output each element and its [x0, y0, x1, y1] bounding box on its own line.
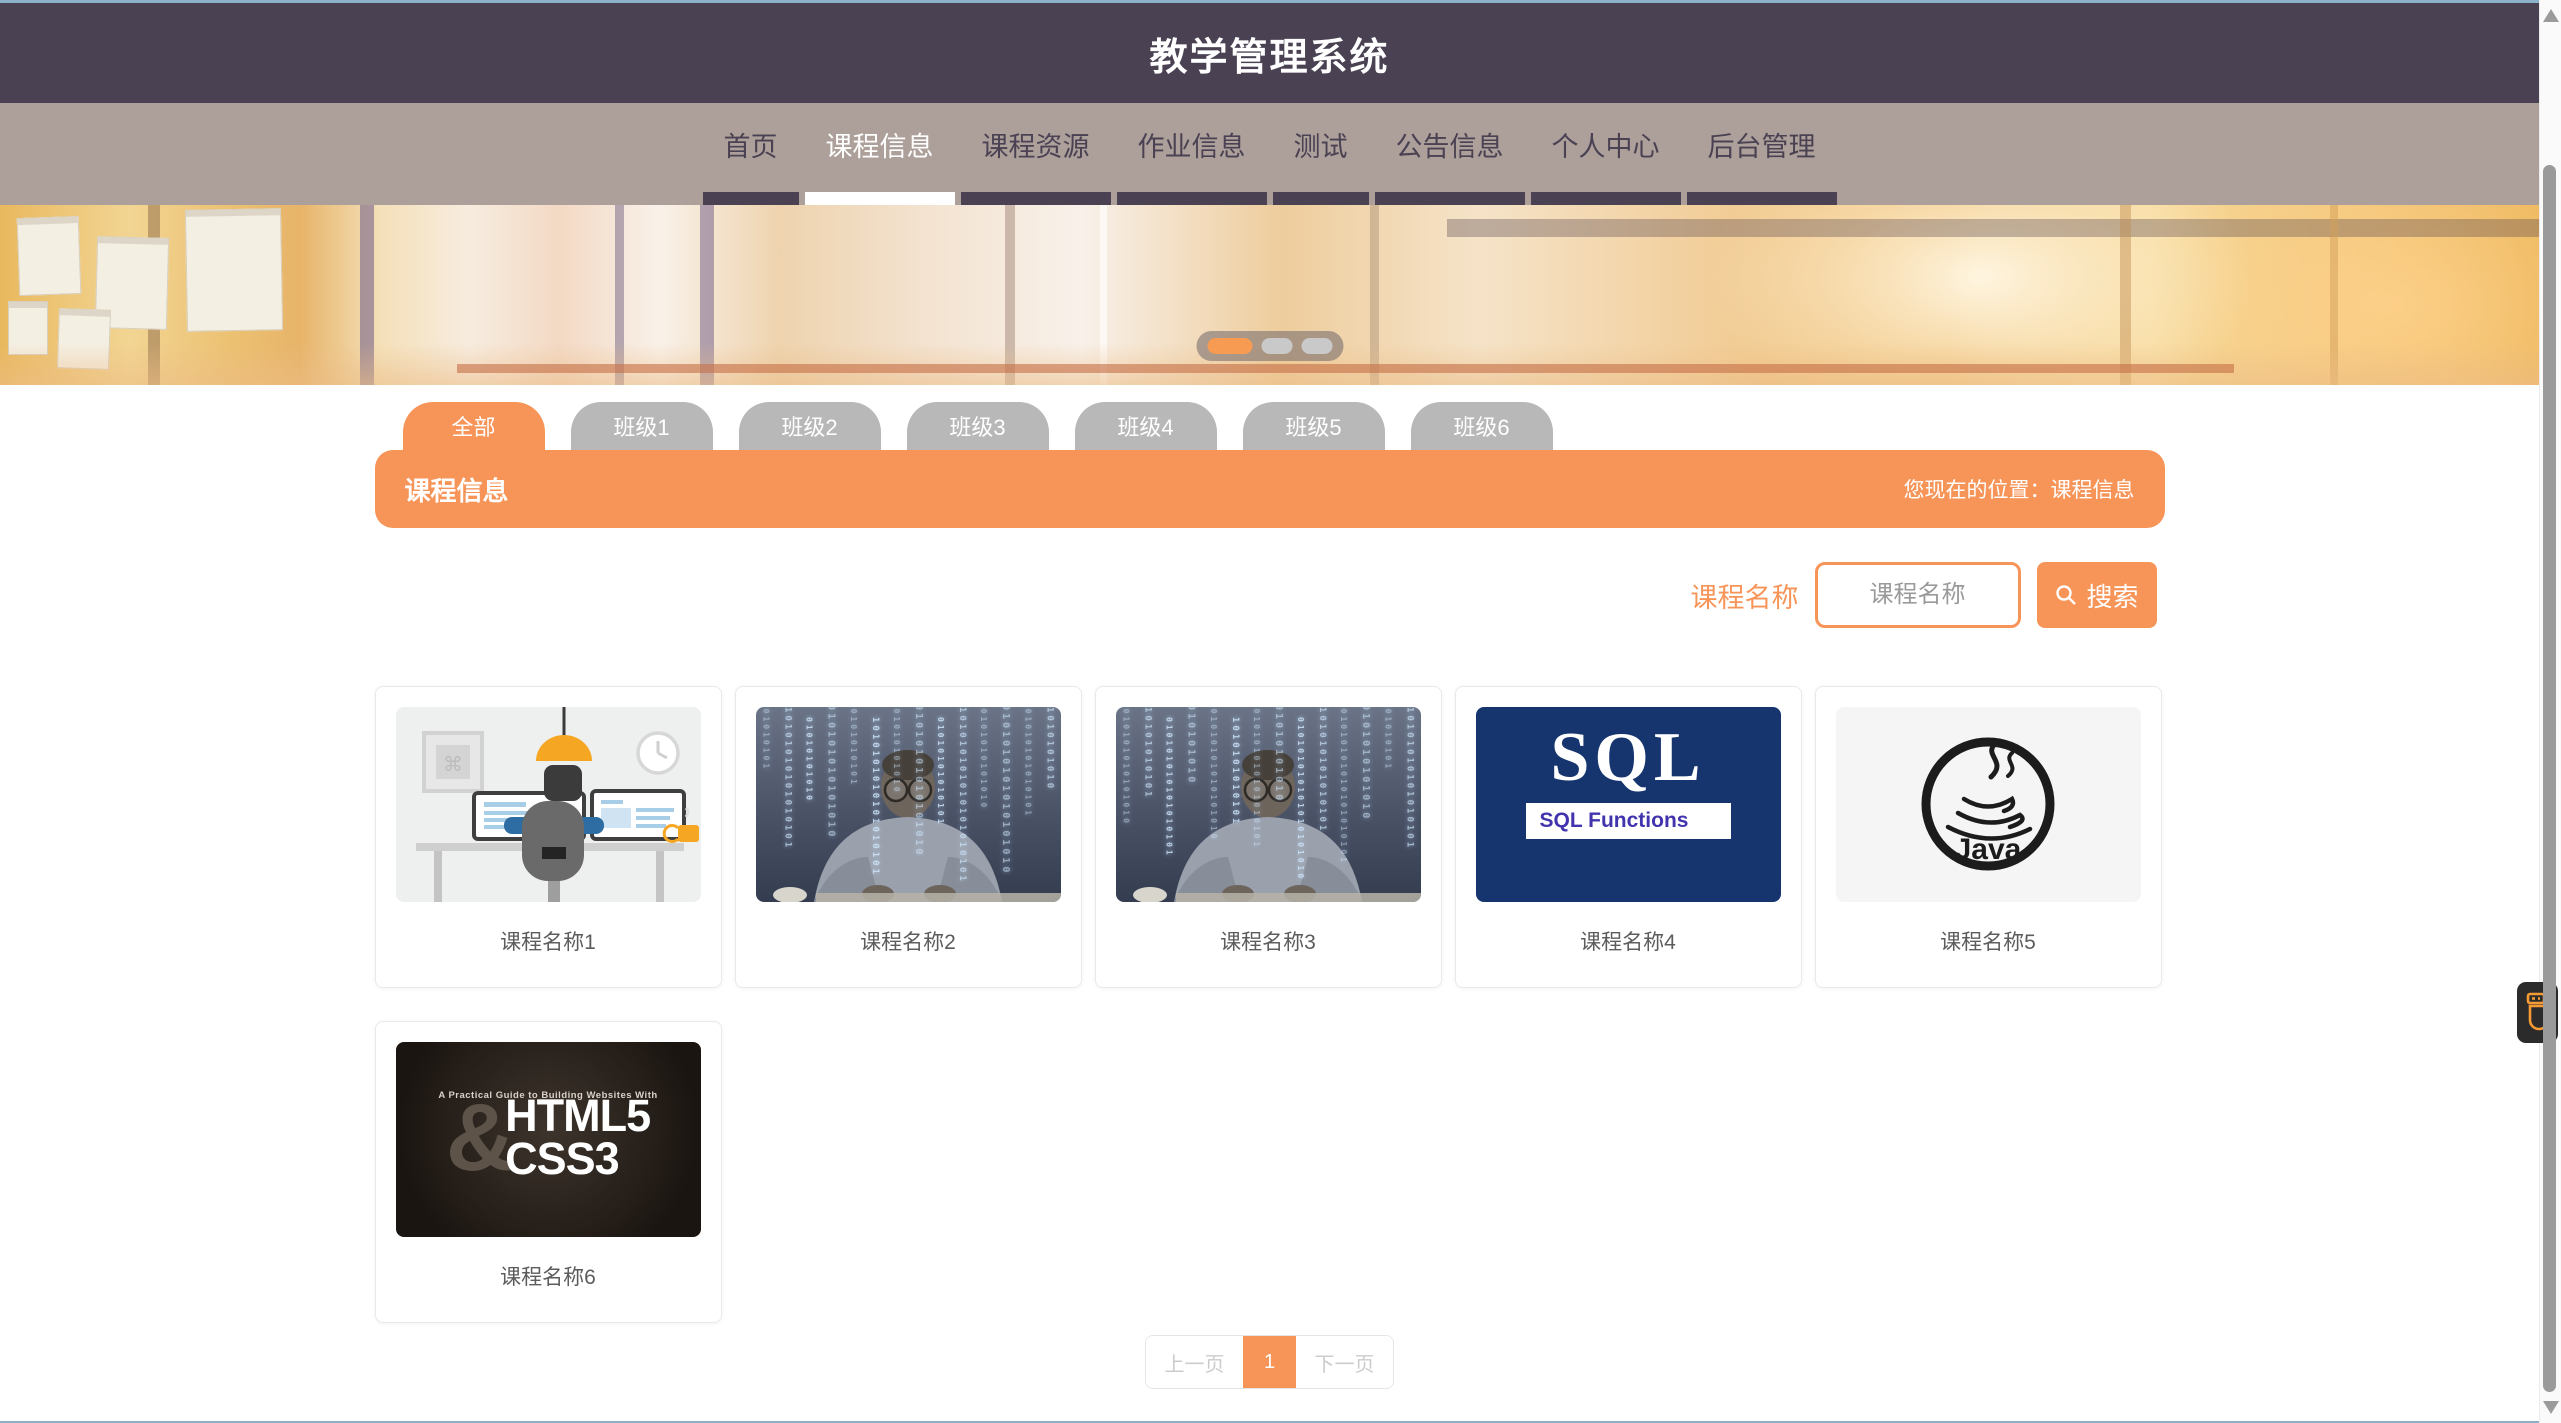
course-card-3[interactable]: 0101010101010101010101010101010101010101…: [1095, 686, 1442, 988]
course-image-programmer: 0101010101010101010101010101010101010101…: [1116, 707, 1421, 902]
course-image-workspace: ⌘: [396, 707, 701, 902]
nav-item-admin[interactable]: 后台管理: [1684, 103, 1840, 205]
html-cover-main: & HTML5 CSS3: [446, 1095, 650, 1181]
nav-items: 首页 课程信息 课程资源 作业信息 测试 公告信息 个人中心: [0, 103, 2539, 205]
search-button[interactable]: 搜索: [2037, 562, 2157, 628]
app-header: 教学管理系统: [0, 3, 2539, 103]
course-title: 课程名称4: [1456, 926, 1801, 956]
nav-item-test[interactable]: 测试: [1270, 103, 1372, 205]
nav-underline: [1531, 192, 1681, 205]
course-image-sql: SQL SQL Functions: [1476, 707, 1781, 902]
page-title: 教学管理系统: [1149, 26, 1389, 81]
carousel-indicator: [1196, 331, 1343, 361]
scrollbar-down-arrow[interactable]: [2543, 1401, 2559, 1414]
course-card-6[interactable]: A Practical Guide to Building Websites W…: [375, 1021, 722, 1323]
nav-underline: [1117, 192, 1267, 205]
course-card-grid: ⌘: [375, 686, 2165, 1323]
svg-text:Java: Java: [1954, 833, 2021, 866]
nav-item-personal-center[interactable]: 个人中心: [1528, 103, 1684, 205]
search-row: 课程名称 搜索: [375, 560, 2165, 630]
pager-group: 上一页 1 下一页: [1145, 1335, 1394, 1389]
nav-underline: [1687, 192, 1837, 205]
nav-underline: [1273, 192, 1369, 205]
tab-all[interactable]: 全部: [403, 402, 545, 450]
banner-art-shape: [457, 364, 2234, 373]
tab-class-6[interactable]: 班级6: [1411, 402, 1553, 450]
course-card-1[interactable]: ⌘: [375, 686, 722, 988]
prev-page-button[interactable]: 上一页: [1146, 1336, 1243, 1388]
window-top-edge: [0, 0, 2561, 3]
banner-art-shape: [185, 208, 283, 332]
carousel-dot-3[interactable]: [1301, 338, 1332, 354]
search-label: 课程名称: [1691, 576, 1799, 615]
digital-rain-texture: 0101010101010101010101010101010101010101…: [1116, 707, 1421, 902]
course-image-java: Java: [1836, 707, 2141, 902]
section-bar: 课程信息 您现在的位置：课程信息: [375, 450, 2165, 528]
css3-word: CSS3: [505, 1138, 650, 1181]
course-title: 课程名称2: [736, 926, 1081, 956]
breadcrumb: 您现在的位置：课程信息: [1904, 474, 2135, 504]
carousel-dot-2[interactable]: [1261, 338, 1292, 354]
scrollbar-thumb[interactable]: [2543, 165, 2556, 1392]
page: 教学管理系统 首页 课程信息 课程资源 作业信息 测试: [0, 3, 2539, 1389]
sql-cover-subtitle: SQL Functions: [1526, 803, 1731, 839]
carousel-dot-1[interactable]: [1207, 338, 1252, 354]
course-card-2[interactable]: 01010101011010101010101010101010101010 1…: [735, 686, 1082, 988]
digital-rain-texture: 01010101011010101010101010101010101010 1…: [756, 707, 1061, 902]
nav-item-homework[interactable]: 作业信息: [1114, 103, 1270, 205]
nav-item-home[interactable]: 首页: [700, 103, 802, 205]
course-card-4[interactable]: SQL SQL Functions 课程名称4: [1455, 686, 1802, 988]
search-icon: [2054, 583, 2078, 607]
banner-carousel: [0, 205, 2539, 385]
course-card-5[interactable]: Java 课程名称5: [1815, 686, 2162, 988]
tab-class-5[interactable]: 班级5: [1243, 402, 1385, 450]
nav-underline: [805, 192, 955, 205]
tab-class-4[interactable]: 班级4: [1075, 402, 1217, 450]
sql-cover-title: SQL: [1550, 723, 1705, 793]
nav-underline: [703, 192, 799, 205]
course-title: 课程名称5: [1816, 926, 2161, 956]
course-title: 课程名称3: [1096, 926, 1441, 956]
class-filter-tabs: 全部 班级1 班级2 班级3 班级4 班级5 班级6: [403, 402, 2165, 450]
scrollbar-up-arrow[interactable]: [2543, 9, 2559, 22]
course-image-html5css3: A Practical Guide to Building Websites W…: [396, 1042, 701, 1237]
pagination: 上一页 1 下一页: [375, 1335, 2165, 1389]
nav-underline: [961, 192, 1111, 205]
java-logo-icon: Java: [1836, 707, 2141, 902]
course-image-programmer: 01010101011010101010101010101010101010 1…: [756, 707, 1061, 902]
next-page-button[interactable]: 下一页: [1296, 1336, 1393, 1388]
html5-word: HTML5: [505, 1095, 650, 1138]
banner-art-shape: [17, 216, 82, 296]
main-content: 全部 班级1 班级2 班级3 班级4 班级5 班级6 课程信息 您现在的位置：课…: [375, 402, 2165, 1389]
tab-class-3[interactable]: 班级3: [907, 402, 1049, 450]
current-page-button[interactable]: 1: [1243, 1336, 1296, 1388]
course-title: 课程名称1: [376, 926, 721, 956]
app-window: 教学管理系统 首页 课程信息 课程资源 作业信息 测试: [0, 0, 2561, 1423]
nav-item-announcements[interactable]: 公告信息: [1372, 103, 1528, 205]
nav-item-course-resources[interactable]: 课程资源: [958, 103, 1114, 205]
svg-text:⌘: ⌘: [443, 754, 463, 776]
banner-art-shape: [1447, 219, 2539, 237]
section-title: 课程信息: [405, 471, 509, 508]
tab-class-1[interactable]: 班级1: [571, 402, 713, 450]
nav-item-course-info[interactable]: 课程信息: [802, 103, 958, 205]
tab-class-2[interactable]: 班级2: [739, 402, 881, 450]
main-nav: 首页 课程信息 课程资源 作业信息 测试 公告信息 个人中心: [0, 103, 2539, 205]
course-name-input[interactable]: [1815, 562, 2021, 628]
nav-underline: [1375, 192, 1525, 205]
course-title: 课程名称6: [376, 1261, 721, 1291]
